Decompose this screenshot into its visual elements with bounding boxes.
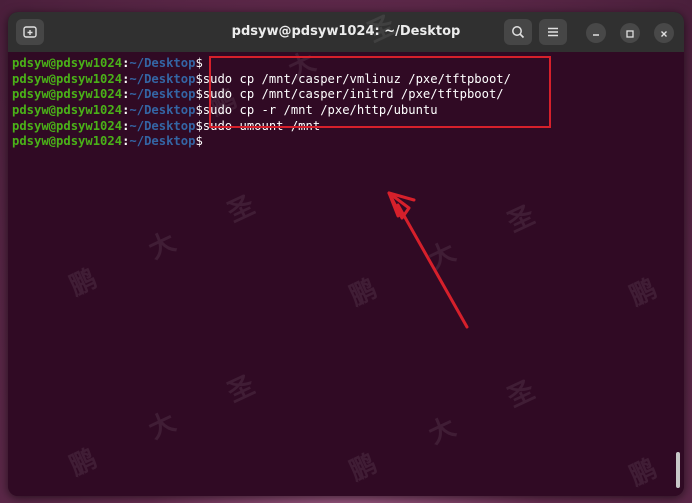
annotation-arrow [387,191,469,329]
